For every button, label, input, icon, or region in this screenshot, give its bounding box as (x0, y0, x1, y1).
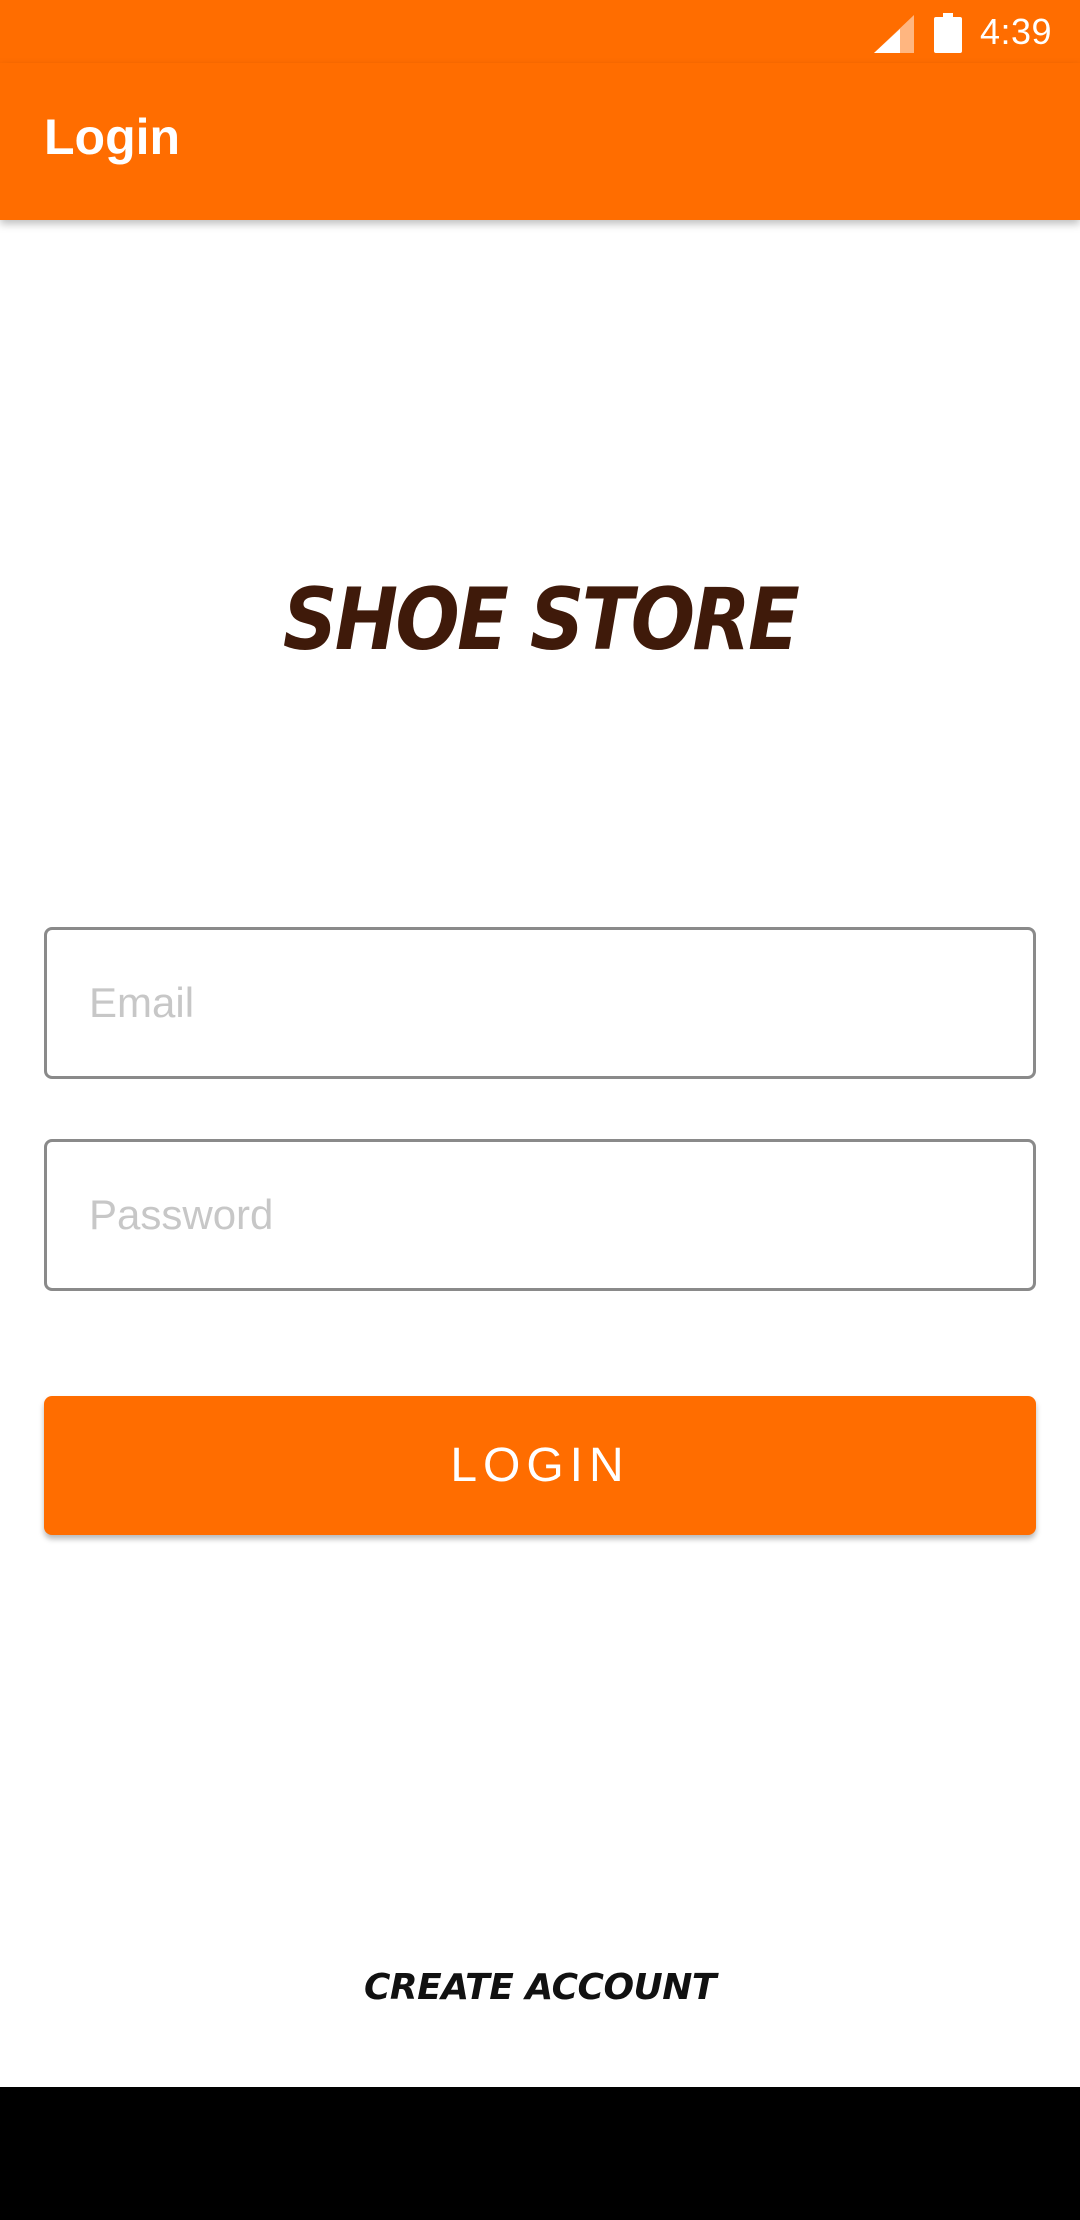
store-logo: SHOE STORE (282, 570, 800, 670)
navigation-bar (0, 2087, 1080, 2220)
page-title: Login (44, 109, 181, 165)
email-field[interactable] (44, 927, 1036, 1079)
password-field[interactable] (44, 1139, 1036, 1291)
app-bar: Login (0, 63, 1080, 220)
status-time: 4:39 (980, 11, 1053, 52)
password-input[interactable] (47, 1142, 1033, 1288)
login-button[interactable]: LOGIN (44, 1396, 1036, 1535)
status-bar: 4:39 (0, 0, 1080, 63)
cell-signal-icon (874, 15, 914, 53)
create-account-link[interactable]: CREATE ACCOUNT (0, 1960, 1080, 2016)
email-input[interactable] (47, 930, 1033, 1076)
battery-icon (934, 13, 962, 53)
